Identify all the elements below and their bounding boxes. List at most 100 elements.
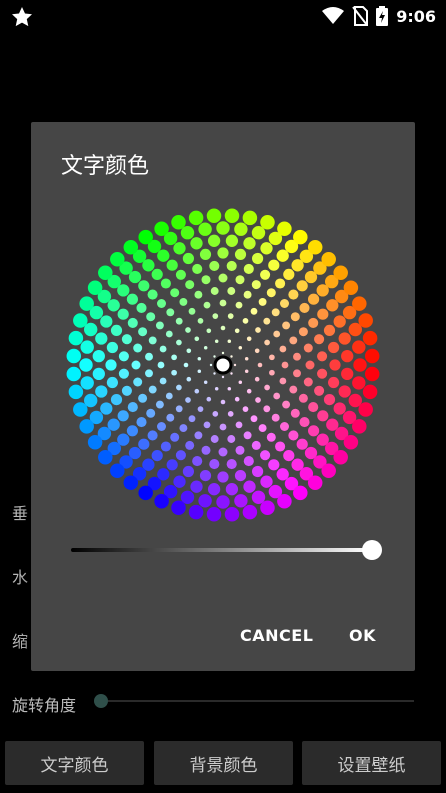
color-dot[interactable] bbox=[179, 424, 188, 433]
color-dot[interactable] bbox=[138, 229, 153, 245]
color-dot[interactable] bbox=[159, 345, 167, 353]
color-dot[interactable] bbox=[227, 313, 234, 319]
color-dot[interactable] bbox=[243, 263, 254, 274]
color-dot[interactable] bbox=[298, 393, 308, 403]
color-dot[interactable] bbox=[145, 352, 153, 361]
color-dot[interactable] bbox=[118, 368, 129, 379]
color-dot[interactable] bbox=[165, 392, 173, 400]
color-dot[interactable] bbox=[238, 380, 243, 385]
color-dot[interactable] bbox=[165, 330, 173, 338]
color-dot[interactable] bbox=[138, 393, 148, 403]
color-dot[interactable] bbox=[213, 372, 216, 375]
color-dot[interactable] bbox=[79, 358, 93, 372]
color-dot[interactable] bbox=[213, 355, 216, 358]
color-dot[interactable] bbox=[66, 366, 82, 382]
color-dot[interactable] bbox=[242, 504, 258, 520]
color-dot[interactable] bbox=[214, 339, 219, 344]
color-wheel[interactable] bbox=[31, 192, 415, 522]
color-dot[interactable] bbox=[277, 221, 292, 236]
color-dot[interactable] bbox=[194, 431, 203, 440]
color-dot[interactable] bbox=[296, 438, 308, 450]
color-dot[interactable] bbox=[341, 349, 354, 363]
color-dot[interactable] bbox=[151, 268, 163, 280]
color-dot[interactable] bbox=[110, 463, 125, 478]
color-dot[interactable] bbox=[203, 345, 208, 350]
color-dot[interactable] bbox=[79, 419, 94, 434]
color-dot[interactable] bbox=[242, 318, 249, 324]
color-dot[interactable] bbox=[175, 317, 183, 325]
color-dot[interactable] bbox=[176, 339, 182, 346]
color-dot[interactable] bbox=[212, 313, 219, 319]
color-dot[interactable] bbox=[166, 459, 178, 471]
color-dot[interactable] bbox=[260, 450, 271, 461]
color-dot[interactable] bbox=[98, 449, 113, 465]
color-dot[interactable] bbox=[146, 408, 156, 418]
color-dot[interactable] bbox=[188, 504, 204, 520]
color-dot[interactable] bbox=[201, 275, 211, 285]
color-dot[interactable] bbox=[175, 450, 186, 461]
color-dot[interactable] bbox=[234, 328, 240, 334]
color-dot[interactable] bbox=[209, 459, 220, 470]
color-dot[interactable] bbox=[136, 417, 147, 428]
color-dot[interactable] bbox=[123, 475, 139, 490]
color-dot[interactable] bbox=[92, 349, 105, 363]
color-dot[interactable] bbox=[123, 240, 139, 255]
color-dot[interactable] bbox=[288, 430, 299, 441]
color-dot[interactable] bbox=[308, 293, 320, 305]
color-dot[interactable] bbox=[358, 313, 373, 328]
color-dot[interactable] bbox=[224, 208, 240, 224]
color-dot[interactable] bbox=[321, 463, 336, 478]
color-dot[interactable] bbox=[79, 296, 94, 311]
color-dot[interactable] bbox=[203, 380, 208, 385]
color-dot[interactable] bbox=[282, 400, 291, 409]
color-dot[interactable] bbox=[197, 406, 204, 412]
color-dot[interactable] bbox=[105, 359, 117, 371]
color-dot[interactable] bbox=[258, 297, 267, 306]
color-dot[interactable] bbox=[210, 435, 219, 443]
color-dot[interactable] bbox=[126, 293, 138, 305]
color-dot[interactable] bbox=[317, 368, 328, 379]
color-dot[interactable] bbox=[323, 394, 336, 406]
color-dot[interactable] bbox=[154, 221, 169, 236]
color-dot[interactable] bbox=[148, 336, 157, 345]
color-dot[interactable] bbox=[66, 348, 82, 364]
color-dot[interactable] bbox=[73, 313, 88, 328]
color-dot[interactable] bbox=[308, 425, 320, 437]
color-dot[interactable] bbox=[157, 249, 170, 262]
color-dot[interactable] bbox=[157, 422, 166, 431]
color-dot[interactable] bbox=[266, 288, 276, 298]
color-dot[interactable] bbox=[329, 359, 341, 371]
color-dot[interactable] bbox=[264, 384, 270, 391]
color-dot[interactable] bbox=[138, 485, 153, 501]
color-dot[interactable] bbox=[230, 355, 233, 358]
color-dot[interactable] bbox=[308, 402, 319, 413]
color-dot[interactable] bbox=[255, 397, 261, 403]
color-dot[interactable] bbox=[106, 376, 118, 389]
color-dot[interactable] bbox=[107, 299, 120, 312]
color-dot[interactable] bbox=[210, 287, 219, 295]
color-dot[interactable] bbox=[227, 386, 232, 391]
color-dot[interactable] bbox=[242, 406, 249, 412]
color-dot[interactable] bbox=[230, 372, 233, 375]
color-dot[interactable] bbox=[188, 415, 196, 423]
color-dot[interactable] bbox=[198, 222, 212, 236]
color-dot[interactable] bbox=[283, 268, 295, 280]
color-dot[interactable] bbox=[80, 340, 94, 354]
cancel-button[interactable]: CANCEL bbox=[240, 626, 313, 645]
color-dot[interactable] bbox=[209, 363, 213, 367]
color-dot[interactable] bbox=[159, 377, 167, 385]
color-dot[interactable] bbox=[194, 388, 200, 394]
color-dot[interactable] bbox=[197, 369, 202, 374]
color-dot[interactable] bbox=[277, 494, 292, 509]
color-dot[interactable] bbox=[207, 483, 221, 496]
color-dot[interactable] bbox=[257, 362, 263, 368]
color-dot[interactable] bbox=[117, 410, 129, 422]
color-dot[interactable] bbox=[121, 334, 132, 345]
color-dot[interactable] bbox=[358, 402, 373, 417]
color-dot[interactable] bbox=[173, 475, 186, 488]
color-dot[interactable] bbox=[307, 475, 323, 490]
color-dot[interactable] bbox=[92, 367, 105, 381]
color-dot[interactable] bbox=[188, 210, 204, 226]
color-dot[interactable] bbox=[185, 280, 195, 290]
color-dot[interactable] bbox=[225, 234, 239, 247]
